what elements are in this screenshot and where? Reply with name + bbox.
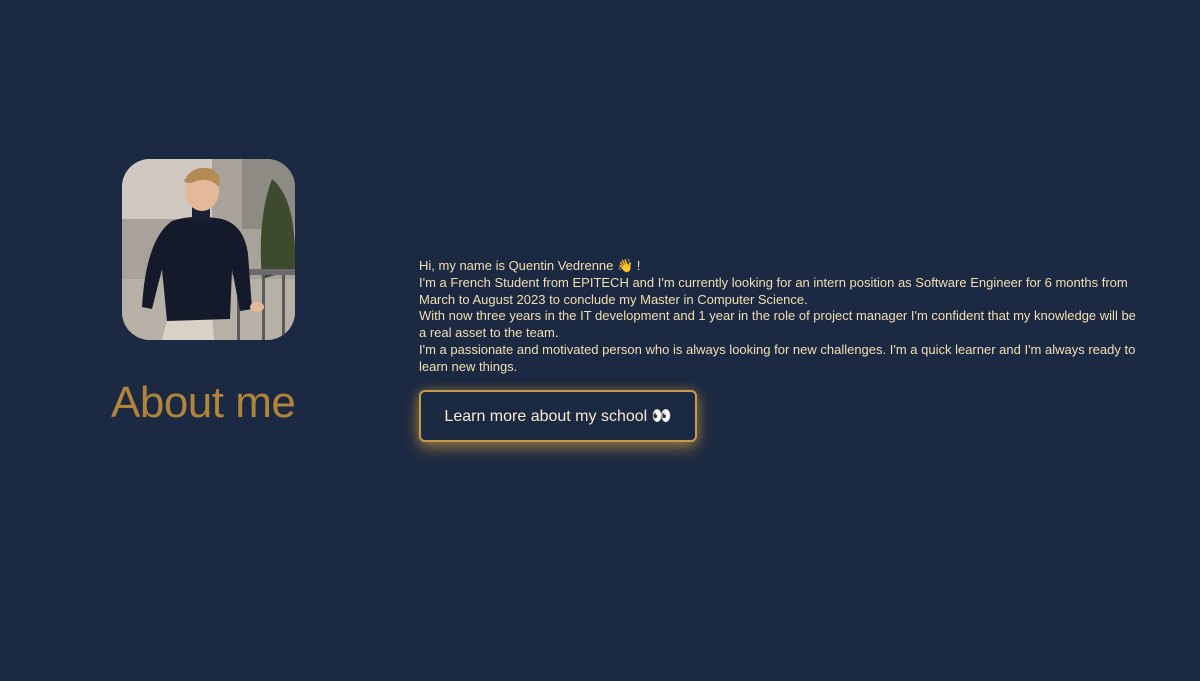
bio-line-greeting: Hi, my name is Quentin Vedrenne 👋 ! [419,258,641,273]
profile-photo [122,159,295,340]
bio-line-personality: I'm a passionate and motivated person wh… [419,341,1136,374]
about-title: About me [111,378,296,427]
about-section: About me Hi, my name is Quentin Vedrenne… [0,0,1200,681]
profile-photo-image [122,159,295,340]
bio-line-experience: With now three years in the IT developme… [419,308,1136,341]
bio-line-student: I'm a French Student from EPITECH and I'… [419,274,1128,307]
bio-text: Hi, my name is Quentin Vedrenne 👋 ! I'm … [419,258,1139,376]
learn-more-school-button[interactable]: Learn more about my school 👀 [419,390,697,442]
